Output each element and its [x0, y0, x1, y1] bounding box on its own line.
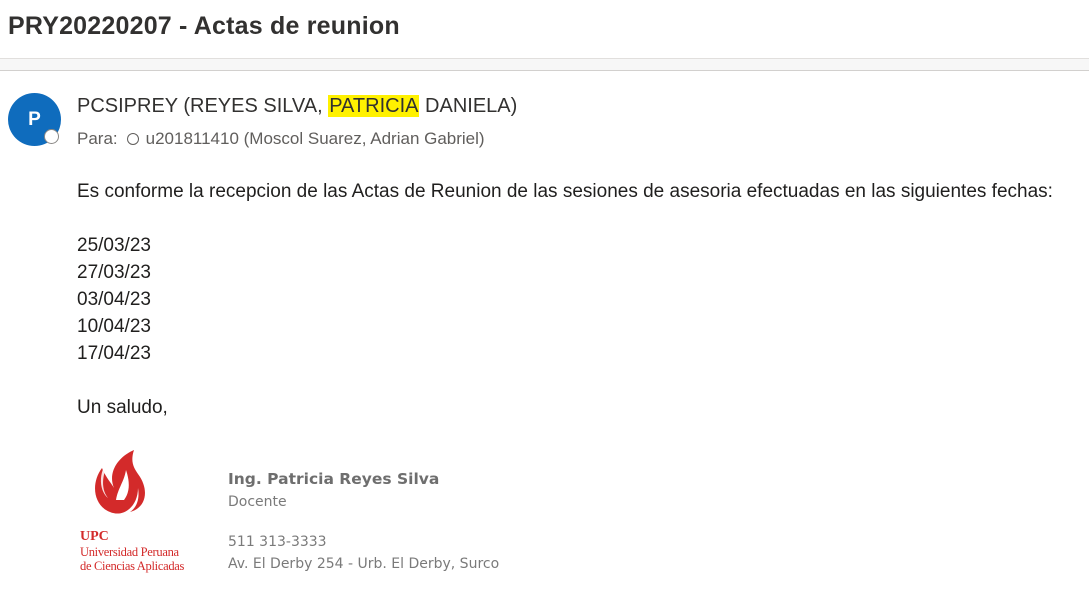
signature-address: Av. El Derby 254 - Urb. El Derby, Surco — [228, 556, 500, 572]
upc-name-line1: Universidad Peruana — [80, 545, 179, 559]
search-highlight: PATRICIA — [328, 95, 420, 117]
email-reading-pane: PRY20220207 - Actas de reunion P PCSIPRE… — [0, 0, 1089, 592]
date-line: 10/04/23 — [77, 316, 151, 337]
avatar-initial: P — [28, 108, 41, 130]
sender-name-suffix: DANIELA) — [419, 95, 518, 117]
presence-status-icon — [44, 129, 59, 144]
date-line: 27/03/23 — [77, 262, 151, 283]
body-intro: Es conforme la recepcion de las Actas de… — [77, 181, 1053, 202]
to-label: Para: — [77, 129, 118, 148]
recipient-name[interactable]: u201811410 (Moscol Suarez, Adrian Gabrie… — [146, 129, 485, 149]
upc-abbr: UPC — [80, 529, 109, 544]
email-subject: PRY20220207 - Actas de reunion — [8, 12, 400, 40]
recipients-line: Para: u201811410 (Moscol Suarez, Adrian … — [77, 129, 485, 149]
date-line: 03/04/23 — [77, 289, 151, 310]
body-closing: Un saludo, — [77, 397, 168, 418]
header-divider — [0, 59, 1089, 71]
email-body: Es conforme la recepcion de las Actas de… — [77, 178, 1053, 421]
signature-role: Docente — [228, 494, 287, 510]
upc-name-line2: de Ciencias Aplicadas — [80, 559, 185, 573]
upc-logo-text: UPC Universidad Peruana de Ciencias Apli… — [80, 529, 184, 573]
signature-block: Ing. Patricia Reyes Silva Docente 511 31… — [228, 468, 499, 575]
signature-name: Ing. Patricia Reyes Silva — [228, 470, 440, 488]
sender-name[interactable]: PCSIPREY (REYES SILVA, PATRICIA DANIELA) — [77, 95, 517, 118]
recipient-presence-icon — [126, 133, 139, 145]
sender-name-prefix: PCSIPREY (REYES SILVA, — [77, 95, 329, 117]
date-line: 25/03/23 — [77, 235, 151, 256]
subject-bar: PRY20220207 - Actas de reunion — [0, 0, 1089, 59]
date-line: 17/04/23 — [77, 343, 151, 364]
signature-phone: 511 313-3333 — [228, 534, 327, 550]
